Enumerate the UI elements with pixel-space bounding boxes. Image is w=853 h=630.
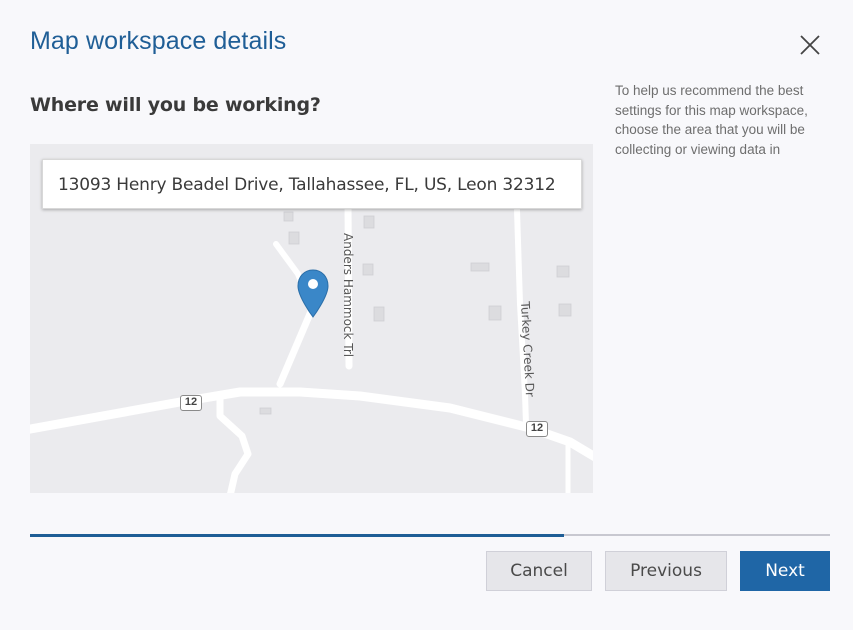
previous-button[interactable]: Previous: [605, 551, 727, 591]
close-icon: [800, 35, 820, 55]
route-shield: 12: [180, 395, 202, 411]
address-search-input[interactable]: 13093 Henry Beadel Drive, Tallahassee, F…: [42, 159, 582, 209]
progress-bar-fill: [30, 533, 564, 537]
next-button[interactable]: Next: [740, 551, 830, 591]
road-label-anders: Anders Hammock Trl: [341, 233, 355, 358]
location-pin-icon[interactable]: [296, 269, 330, 319]
route-shield: 12: [526, 421, 548, 437]
help-text: To help us recommend the best settings f…: [615, 83, 808, 157]
cancel-button[interactable]: Cancel: [486, 551, 592, 591]
close-button[interactable]: [796, 31, 824, 59]
location-map[interactable]: 13093 Henry Beadel Drive, Tallahassee, F…: [30, 144, 593, 493]
progress-bar: [30, 533, 830, 537]
dialog-title: Map workspace details: [30, 27, 287, 55]
location-question: Where will you be working?: [30, 94, 321, 116]
